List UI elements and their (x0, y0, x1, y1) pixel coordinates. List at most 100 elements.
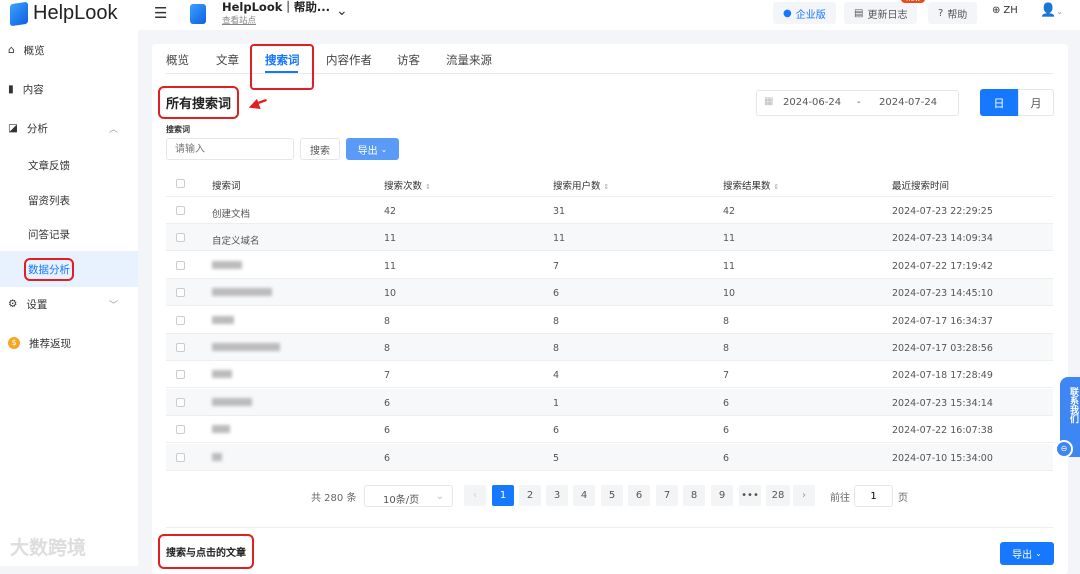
page-button[interactable]: 28 (766, 485, 790, 506)
search-input[interactable] (166, 138, 294, 160)
end-date[interactable]: 2024-07-24 (879, 97, 937, 108)
changelog-button[interactable]: ▤ 更新日志 (844, 2, 918, 24)
tab-visitors[interactable]: 访客 (397, 52, 420, 68)
language-switch[interactable]: ⊕ ZH (992, 5, 1018, 16)
goto-label: 前往 (830, 493, 850, 504)
page-button[interactable]: 5 (601, 485, 623, 506)
search-term-label: 搜索词 (166, 125, 190, 134)
table-row[interactable]: 6 6 6 2024-07-22 16:07:38 (166, 416, 1053, 444)
month-toggle[interactable]: 月 (1018, 89, 1054, 116)
tab-search-terms[interactable]: 搜索词 (265, 52, 300, 68)
select-all-checkbox[interactable] (176, 179, 185, 188)
column-header-count[interactable]: 搜索次数 ⇕ (384, 178, 431, 192)
tab-traffic-sources[interactable]: 流量来源 (446, 52, 492, 68)
table-row[interactable]: 11 7 11 2024-07-22 17:19:42 (166, 252, 1053, 279)
last-search-time: 2024-07-23 14:45:10 (892, 288, 993, 300)
page-button[interactable]: 4 (573, 485, 595, 506)
table-row[interactable]: 7 4 7 2024-07-18 17:28:49 (166, 361, 1053, 389)
page-button[interactable]: 1 (492, 485, 514, 506)
row-checkbox[interactable] (176, 370, 185, 380)
label: 10条/页 (383, 495, 420, 506)
menu-toggle-icon[interactable]: ☰ (154, 4, 167, 22)
last-search-time: 2024-07-17 03:28:56 (892, 343, 993, 354)
prev-page-button[interactable]: ‹ (464, 485, 486, 506)
user-avatar-icon[interactable]: 👤⌄ (1040, 3, 1063, 18)
sidebar-item-feedback[interactable]: 文章反馈 (0, 147, 138, 183)
redacted-search-term (212, 288, 272, 299)
day-toggle[interactable]: 日 (980, 89, 1018, 116)
row-checkbox[interactable] (176, 343, 185, 352)
label: 导出 (1012, 550, 1033, 561)
search-count: 42 (384, 206, 397, 217)
label: ZH (1003, 5, 1018, 16)
row-checkbox[interactable] (176, 233, 185, 243)
enterprise-button[interactable]: ● 企业版 (773, 2, 836, 24)
sidebar-item-data-analysis[interactable]: 数据分析 (0, 251, 138, 287)
label: 企业版 (795, 9, 826, 21)
goto-page-input[interactable] (854, 485, 893, 507)
label: 概览 (23, 44, 45, 57)
tab-authors[interactable]: 内容作者 (326, 52, 372, 68)
chat-icon[interactable]: ⊖ (1055, 440, 1073, 458)
tab-overview[interactable]: 概览 (166, 52, 189, 68)
search-users: 8 (553, 343, 560, 354)
search-count: 6 (384, 397, 391, 409)
sidebar-item-referral[interactable]: $ 推荐返现 (0, 325, 138, 361)
chevron-up-icon: ︿ (108, 124, 118, 135)
label: 搜索次数 (384, 181, 423, 192)
page-button[interactable]: 2 (519, 485, 541, 506)
table-row[interactable]: 10 6 10 2024-07-23 14:45:10 (166, 279, 1053, 307)
view-site-link[interactable]: 查看站点 (222, 14, 256, 26)
table-row[interactable]: 6 1 6 2024-07-23 15:34:14 (166, 388, 1053, 416)
export-articles-button[interactable]: 导出 ⌄ (1000, 542, 1054, 565)
table-row[interactable]: 自定义域名 11 11 11 2024-07-23 14:09:34 (166, 224, 1053, 252)
table-row[interactable]: 6 5 6 2024-07-10 15:34:00 (166, 443, 1053, 471)
page-size-select[interactable]: 10条/页 ⌄ (364, 485, 453, 507)
column-header-users[interactable]: 搜索用户数 ⇕ (553, 178, 609, 192)
row-checkbox[interactable] (176, 425, 185, 435)
row-checkbox[interactable] (176, 397, 185, 407)
helplook-logo[interactable]: HelpLook (10, 1, 118, 26)
search-button[interactable]: 搜索 (300, 138, 340, 160)
sidebar-item-leads[interactable]: 留资列表 (0, 182, 138, 218)
date-separator: - (857, 97, 861, 108)
label: 设置 (26, 298, 48, 311)
search-users: 5 (553, 452, 560, 464)
page-button[interactable]: 3 (546, 485, 568, 506)
export-button[interactable]: 导出 ⌄ (346, 138, 399, 160)
sidebar-item-overview[interactable]: ⌂ 概览 (0, 32, 138, 68)
search-count: 7 (384, 370, 391, 382)
row-checkbox[interactable] (176, 452, 185, 462)
search-users: 6 (553, 425, 560, 437)
page-button[interactable]: 6 (628, 485, 650, 506)
coin-icon: $ (8, 337, 20, 349)
section-title: 所有搜索词 (157, 86, 240, 119)
table-row[interactable]: 创建文档 42 31 42 2024-07-23 22:29:25 (166, 197, 1053, 224)
help-button[interactable]: ? 帮助 (928, 2, 978, 24)
sidebar-item-analytics[interactable]: ◪ 分析 ︿ (0, 110, 138, 146)
row-checkbox[interactable] (176, 315, 185, 325)
row-checkbox[interactable] (176, 288, 185, 298)
date-range-picker[interactable]: ▦ 2024-06-24 - 2024-07-24 (756, 90, 959, 116)
more-pages-button[interactable]: ••• (739, 485, 761, 506)
search-results: 10 (723, 288, 736, 300)
tab-articles[interactable]: 文章 (216, 52, 239, 68)
label: 帮助 (947, 9, 968, 21)
chevron-down-icon[interactable]: ⌄ (336, 3, 348, 19)
column-header-results[interactable]: 搜索结果数 ⇕ (723, 178, 779, 192)
page-button[interactable]: 8 (683, 485, 705, 506)
sidebar-item-content[interactable]: ▮ 内容 (0, 71, 138, 107)
start-date[interactable]: 2024-06-24 (783, 97, 841, 108)
table-row[interactable]: 8 8 8 2024-07-17 16:34:37 (166, 307, 1053, 334)
check-circle-icon: ● (783, 7, 792, 19)
sidebar-item-settings[interactable]: ⚙ 设置 ﹀ (0, 286, 138, 322)
label: 内容 (22, 83, 44, 96)
row-checkbox[interactable] (176, 206, 185, 215)
next-page-button[interactable]: › (793, 485, 815, 506)
page-button[interactable]: 7 (656, 485, 678, 506)
row-checkbox[interactable] (176, 260, 185, 270)
table-row[interactable]: 8 8 8 2024-07-17 03:28:56 (166, 334, 1053, 361)
page-button[interactable]: 9 (711, 485, 733, 506)
label: 更新日志 (867, 9, 908, 21)
sidebar-item-qa[interactable]: 问答记录 (0, 216, 138, 252)
